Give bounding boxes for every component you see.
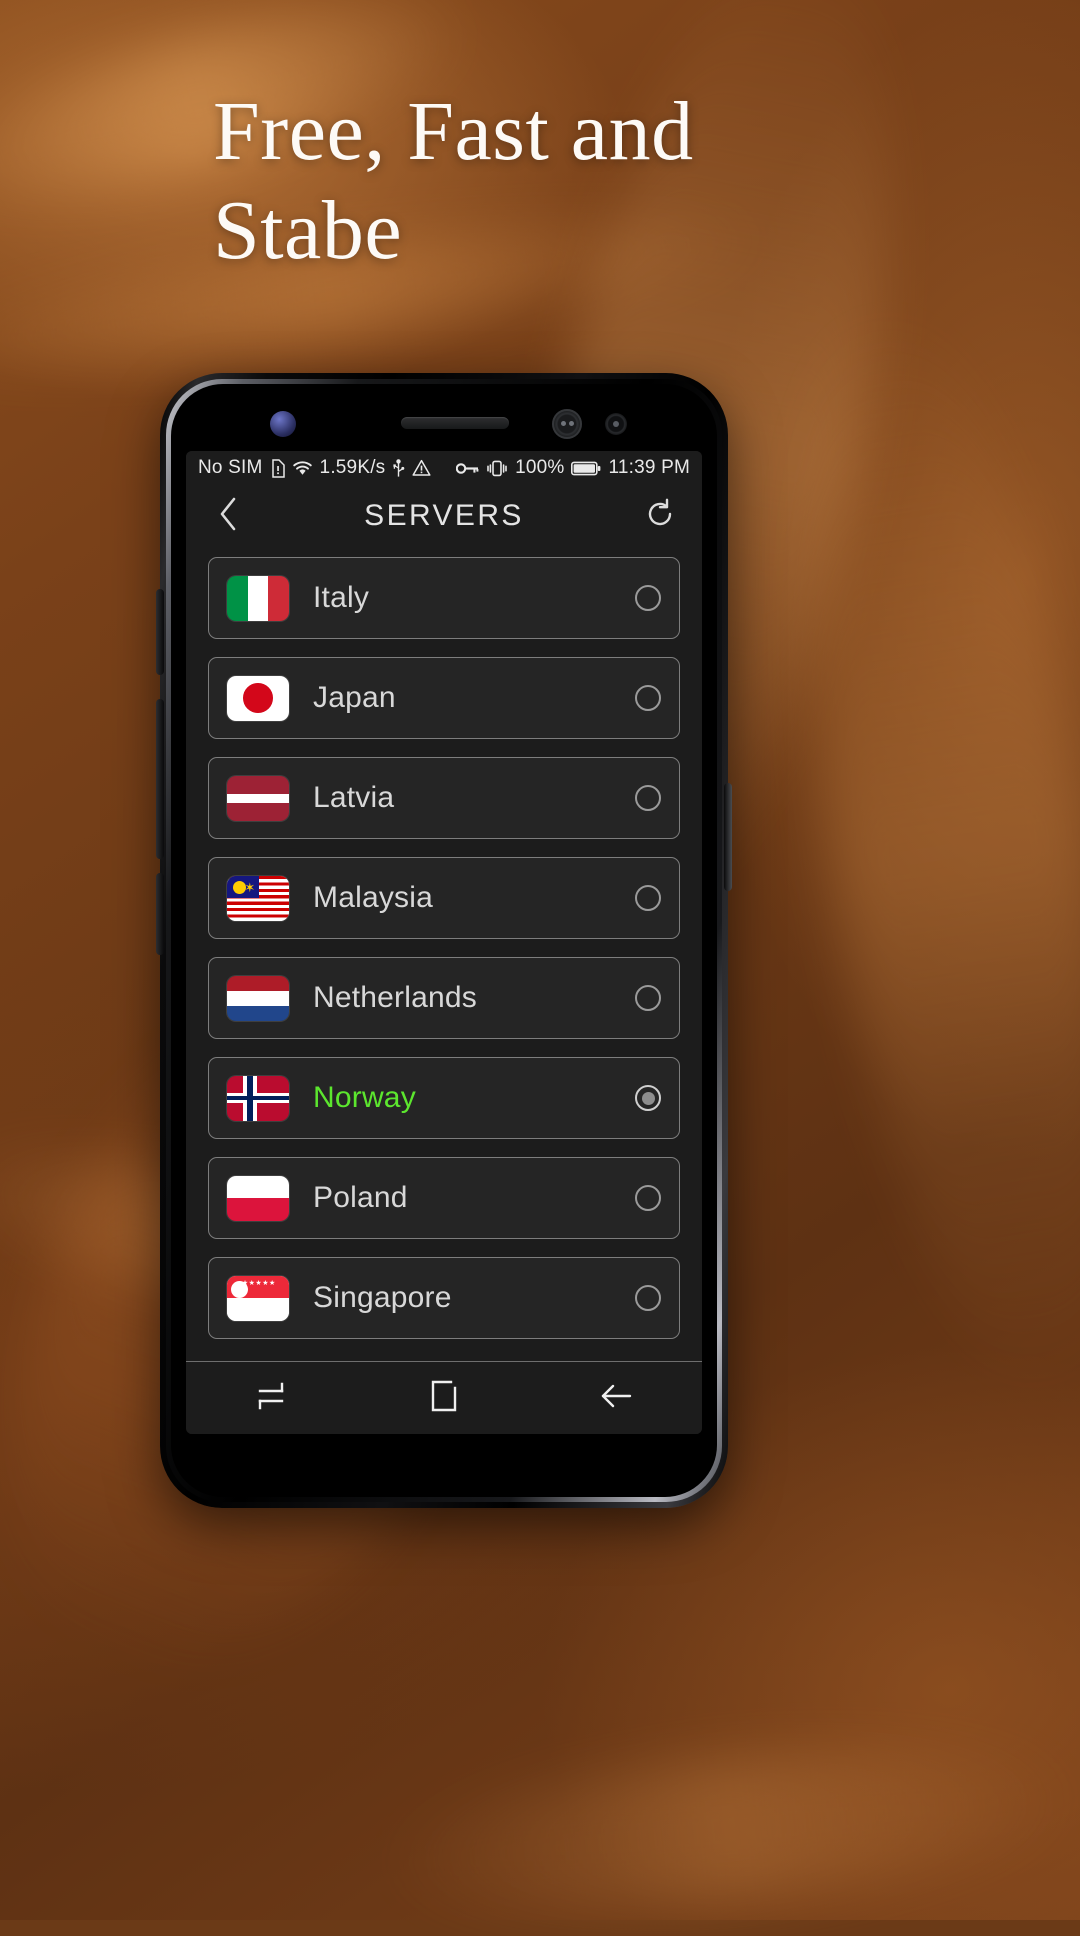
server-name-label: Netherlands xyxy=(313,981,477,1014)
sim-alert-icon xyxy=(270,458,285,478)
vpn-key-icon xyxy=(456,462,479,475)
network-speed-label: 1.59K/s xyxy=(319,457,386,478)
server-row-poland[interactable]: Poland xyxy=(208,1157,680,1239)
headline-line-1: Free, Fast and xyxy=(213,85,694,178)
clock-label: 11:39 PM xyxy=(608,457,690,478)
flag-netherlands-icon xyxy=(227,975,289,1021)
iris-sensor-icon xyxy=(552,409,582,439)
bixby-button[interactable] xyxy=(156,873,164,955)
flag-latvia-icon xyxy=(227,775,289,821)
server-row-japan[interactable]: Japan xyxy=(208,657,680,739)
headline-line-2: Stabe xyxy=(213,184,403,278)
server-row-latvia[interactable]: Latvia xyxy=(208,757,680,839)
volume-up-button[interactable] xyxy=(156,589,164,675)
battery-percent-label: 100% xyxy=(515,457,565,478)
flag-singapore-icon: ★★★★★ xyxy=(227,1275,289,1321)
recents-button[interactable] xyxy=(227,1368,317,1428)
phone-screen: No SIM 1.59K/s 100% 11:39 PM SERVERS Ita… xyxy=(186,451,702,1434)
server-row-netherlands[interactable]: Netherlands xyxy=(208,957,680,1039)
battery-full-icon xyxy=(571,461,601,476)
vibrate-icon xyxy=(486,460,508,477)
server-row-italy[interactable]: Italy xyxy=(208,557,680,639)
system-navigation-bar xyxy=(186,1361,702,1434)
radio-unselected-icon[interactable] xyxy=(635,1185,661,1211)
back-button[interactable] xyxy=(206,494,250,538)
status-bar: No SIM 1.59K/s 100% 11:39 PM xyxy=(186,451,702,485)
server-list[interactable]: Italy Japan Latvia ✶ Malaysia Netherlands Norw… xyxy=(186,547,702,1339)
radio-unselected-icon[interactable] xyxy=(635,1285,661,1311)
server-row-malaysia[interactable]: ✶ Malaysia xyxy=(208,857,680,939)
earpiece-speaker xyxy=(401,417,509,429)
radio-unselected-icon[interactable] xyxy=(635,685,661,711)
radio-unselected-icon[interactable] xyxy=(635,785,661,811)
back-nav-button[interactable] xyxy=(571,1368,661,1428)
radio-unselected-icon[interactable] xyxy=(635,585,661,611)
front-camera-icon xyxy=(270,411,296,437)
back-arrow-icon xyxy=(598,1381,634,1416)
proximity-sensor-icon xyxy=(605,413,627,435)
radio-selected-icon[interactable] xyxy=(635,1085,661,1111)
phone-mockup: No SIM 1.59K/s 100% 11:39 PM SERVERS Ita… xyxy=(156,373,732,1508)
server-name-label: Poland xyxy=(313,1181,408,1214)
radio-unselected-icon[interactable] xyxy=(635,885,661,911)
wifi-icon xyxy=(292,460,313,477)
home-square-icon xyxy=(429,1379,459,1418)
page-title: SERVERS xyxy=(364,499,524,532)
flag-italy-icon xyxy=(227,575,289,621)
home-button[interactable] xyxy=(399,1368,489,1428)
server-name-label: Japan xyxy=(313,681,396,714)
back-chevron-icon xyxy=(218,497,238,536)
flag-poland-icon xyxy=(227,1175,289,1221)
flag-japan-icon xyxy=(227,675,289,721)
refresh-button[interactable] xyxy=(638,494,682,538)
power-button[interactable] xyxy=(724,783,732,891)
server-name-label: Norway xyxy=(313,1081,416,1114)
warning-triangle-icon xyxy=(412,459,431,477)
server-name-label: Malaysia xyxy=(313,881,433,914)
server-name-label: Singapore xyxy=(313,1281,452,1314)
app-bar: SERVERS xyxy=(186,485,702,547)
server-row-singapore[interactable]: ★★★★★ Singapore xyxy=(208,1257,680,1339)
sim-status-label: No SIM xyxy=(198,457,263,478)
volume-down-button[interactable] xyxy=(156,699,164,859)
server-row-norway[interactable]: Norway xyxy=(208,1057,680,1139)
background-streak xyxy=(374,1723,1080,1936)
server-name-label: Italy xyxy=(313,581,370,614)
server-name-label: Latvia xyxy=(313,781,395,814)
headline: Free, Fast and Stabe xyxy=(213,82,913,280)
radio-unselected-icon[interactable] xyxy=(635,985,661,1011)
refresh-icon xyxy=(644,498,676,535)
recents-icon xyxy=(255,1379,289,1418)
flag-norway-icon xyxy=(227,1075,289,1121)
usb-icon xyxy=(392,458,405,478)
flag-malaysia-icon: ✶ xyxy=(227,875,289,921)
